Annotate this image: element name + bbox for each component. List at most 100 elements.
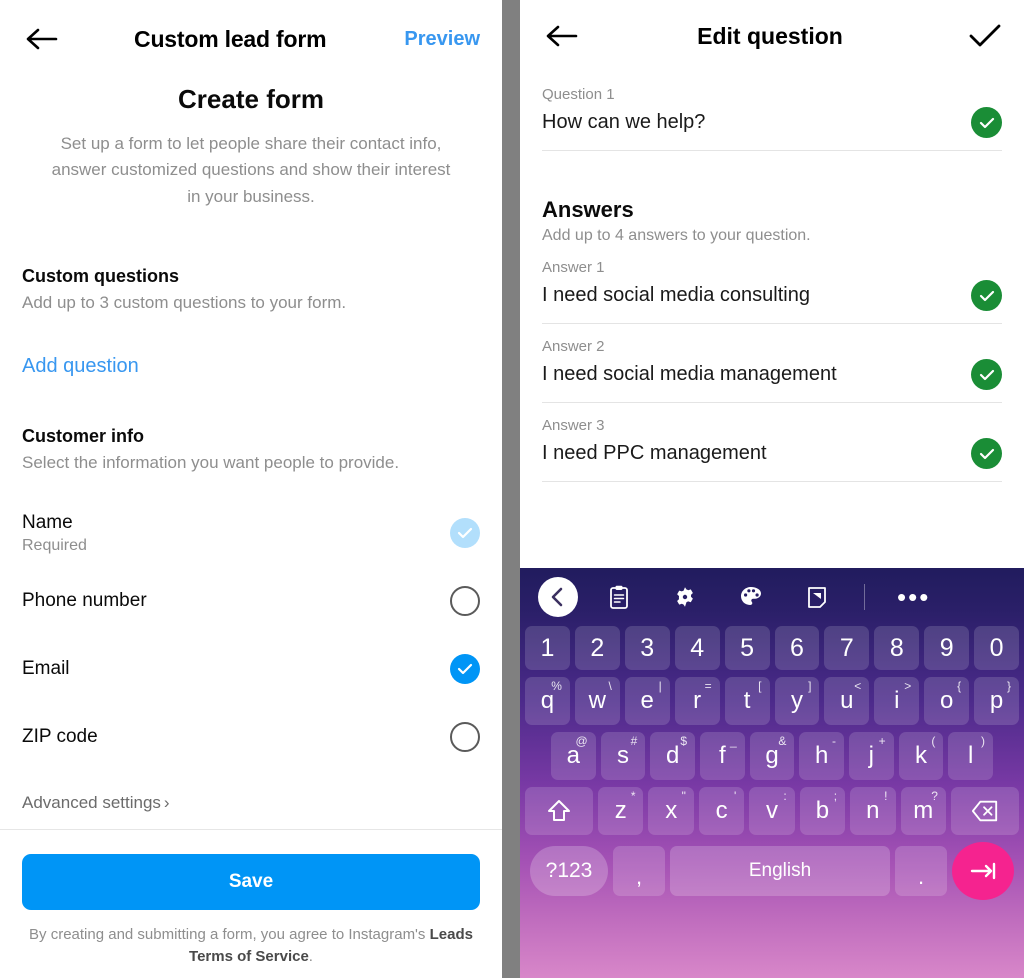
customer-info-row[interactable]: Email (0, 635, 502, 703)
clipboard-icon[interactable] (606, 584, 632, 610)
custom-lead-form-panel: Custom lead form Preview Create form Set… (0, 0, 502, 978)
key-superscript: : (783, 789, 787, 803)
customer-info-checkbox[interactable] (450, 722, 480, 753)
keyboard-row-numbers: 1 2 3 4 5 6 7 8 9 0 (524, 626, 1020, 670)
resize-keyboard-icon[interactable] (804, 584, 830, 610)
key-j[interactable]: + j (849, 732, 894, 780)
shift-icon[interactable] (524, 787, 594, 835)
key-y[interactable]: ] y (774, 677, 820, 725)
key-h[interactable]: -h (799, 732, 845, 780)
space-key[interactable]: English (670, 846, 890, 896)
answer-value[interactable]: I need social media management (542, 363, 837, 386)
key-label: e (640, 687, 654, 714)
key-o[interactable]: {o (924, 677, 970, 725)
key-i[interactable]: > i (874, 677, 920, 725)
key-0[interactable]: 0 (974, 626, 1020, 670)
create-form-description: Set up a form to let people share their … (51, 134, 451, 206)
answer-confirm-icon[interactable] (971, 438, 1002, 469)
answer-confirm-icon[interactable] (971, 280, 1002, 311)
key-label: d (665, 742, 680, 769)
key-superscript: ' (734, 789, 737, 803)
add-question-button[interactable]: Add question (0, 355, 502, 378)
customer-info-checkbox[interactable] (450, 518, 480, 549)
key-8[interactable]: 8 (874, 626, 920, 670)
key-label: t (743, 687, 751, 714)
key-x[interactable]: " x (648, 787, 694, 835)
key-9[interactable]: 9 (924, 626, 970, 670)
backspace-icon[interactable] (950, 787, 1020, 835)
key-2[interactable]: 2 (574, 626, 620, 670)
key-p[interactable]: } p (974, 677, 1020, 725)
key-superscript: _ (729, 734, 737, 748)
key-superscript: % (551, 679, 562, 693)
preview-button[interactable]: Preview (404, 28, 480, 51)
key-l[interactable]: ) l (948, 732, 994, 780)
key-z[interactable]: * z (598, 787, 644, 835)
key-t[interactable]: [t (724, 677, 770, 725)
key-label: h (815, 742, 829, 769)
key-1[interactable]: 1 (524, 626, 570, 670)
key-k[interactable]: (k (898, 732, 944, 780)
customer-info-row[interactable]: Name Required (0, 499, 502, 567)
key-c[interactable]: ' c (698, 787, 745, 835)
more-options-icon[interactable]: ••• (897, 584, 930, 610)
answer-row[interactable]: I need social media management (542, 359, 1002, 403)
key-e[interactable]: | e (624, 677, 670, 725)
enter-key[interactable] (952, 842, 1014, 900)
comma-key[interactable]: , (613, 846, 665, 896)
key-q[interactable]: % q (524, 677, 570, 725)
key-m[interactable]: ? m (900, 787, 946, 835)
answer-row[interactable]: I need social media consulting (542, 280, 1002, 324)
advanced-settings-link[interactable]: Advanced settings › (0, 793, 502, 813)
key-f[interactable]: _ f (700, 732, 745, 780)
key-w[interactable]: \ w (574, 677, 620, 725)
keyboard-key-rows: 1234567890 % q \ w | e = r[t] y < u > i{o} p @ a # s $ d _ f… (520, 626, 1024, 900)
customer-info-checkbox[interactable] (450, 586, 480, 617)
key-superscript: \ (608, 679, 612, 693)
question-confirm-icon[interactable] (971, 107, 1002, 138)
customer-info-checkbox[interactable] (450, 654, 480, 685)
keyboard-row-qwerty: % q \ w | e = r[t] y < u > i{o} p (524, 677, 1020, 725)
tos-prefix: By creating and submitting a form, you a… (29, 926, 430, 944)
checkmark-icon[interactable] (968, 22, 1002, 50)
answer-label: Answer 3 (542, 417, 605, 434)
enter-icon (970, 862, 996, 880)
answer-value[interactable]: I need social media consulting (542, 284, 810, 307)
customer-info-row[interactable]: Phone number (0, 567, 502, 635)
palette-icon[interactable] (738, 584, 764, 610)
customer-info-label: Phone number (22, 590, 147, 612)
key-d[interactable]: $ d (650, 732, 695, 780)
gear-icon[interactable] (672, 584, 698, 610)
key-s[interactable]: # s (600, 732, 646, 780)
question-value[interactable]: How can we help? (542, 111, 705, 134)
symbols-key[interactable]: ?123 (530, 846, 608, 896)
create-form-heading: Create form (178, 84, 324, 114)
key-g[interactable]: & g (749, 732, 795, 780)
back-chevron-icon[interactable] (538, 577, 578, 617)
key-a[interactable]: @ a (550, 732, 596, 780)
key-6[interactable]: 6 (774, 626, 820, 670)
key-u[interactable]: < u (824, 677, 870, 725)
key-7[interactable]: 7 (824, 626, 870, 670)
answer-value[interactable]: I need PPC management (542, 442, 767, 465)
key-label: m (913, 797, 934, 824)
key-5[interactable]: 5 (724, 626, 770, 670)
key-v[interactable]: :v (749, 787, 795, 835)
key-label: c (715, 797, 728, 824)
key-label: f (719, 742, 726, 769)
customer-info-row[interactable]: ZIP code (0, 703, 502, 771)
period-key[interactable]: . (895, 846, 947, 896)
key-4[interactable]: 4 (674, 626, 720, 670)
key-r[interactable]: = r (674, 677, 720, 725)
key-b[interactable]: ; b (799, 787, 846, 835)
key-3[interactable]: 3 (624, 626, 670, 670)
key-label: 9 (939, 633, 954, 662)
key-superscript: & (778, 734, 787, 748)
question-label: Question 1 (542, 86, 615, 103)
key-n[interactable]: ! n (850, 787, 896, 835)
answer-row[interactable]: I need PPC management (542, 438, 1002, 482)
answer-confirm-icon[interactable] (971, 359, 1002, 390)
question-row[interactable]: How can we help? (542, 107, 1002, 151)
key-superscript: ( (931, 734, 936, 748)
save-button[interactable]: Save (22, 854, 480, 911)
